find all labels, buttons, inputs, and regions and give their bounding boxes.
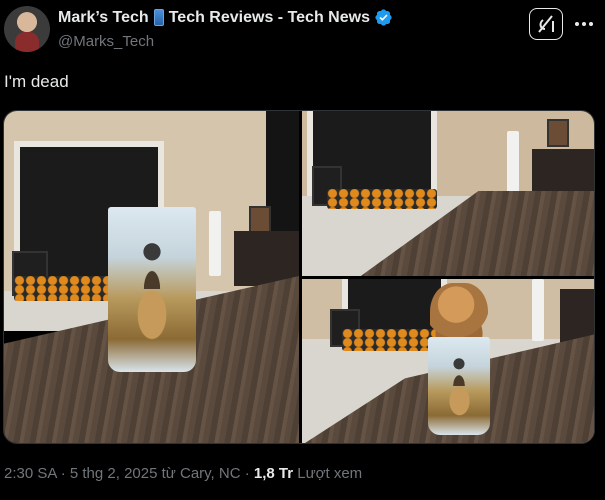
lion-cup [108, 207, 196, 372]
avatar[interactable] [4, 6, 50, 52]
media-grid [3, 110, 595, 444]
timestamp[interactable]: 2:30 SA · 5 thg 2, 2025 từ Cary, NC [4, 465, 241, 482]
meta-separator: · [240, 465, 254, 482]
display-name[interactable]: Mark’s Tech [58, 9, 149, 27]
tweet-header: Mark’s Tech Tech Reviews - Tech News @Ma… [0, 0, 605, 60]
tweet-meta: 2:30 SA · 5 thg 2, 2025 từ Cary, NC · 1,… [4, 465, 362, 482]
views-label: Lượt xem [297, 465, 363, 482]
mobile-phone-icon [153, 9, 164, 26]
tweet-text: I'm dead [4, 72, 69, 91]
display-name-suffix[interactable]: Tech Reviews - Tech News [169, 9, 370, 27]
author-handle[interactable]: @Marks_Tech [58, 33, 154, 50]
tweet-photo-1[interactable] [4, 111, 299, 443]
lion-cup [428, 337, 490, 435]
author-name-row[interactable]: Mark’s Tech Tech Reviews - Tech News [58, 8, 393, 27]
grok-icon [538, 15, 554, 33]
views-count[interactable]: 1,8 Tr [254, 465, 293, 482]
verified-badge-icon [375, 9, 392, 26]
more-icon[interactable] [572, 14, 596, 34]
tweet-photo-3[interactable] [302, 279, 594, 443]
tweet-photo-2[interactable] [302, 111, 594, 276]
grok-button[interactable] [529, 8, 563, 40]
